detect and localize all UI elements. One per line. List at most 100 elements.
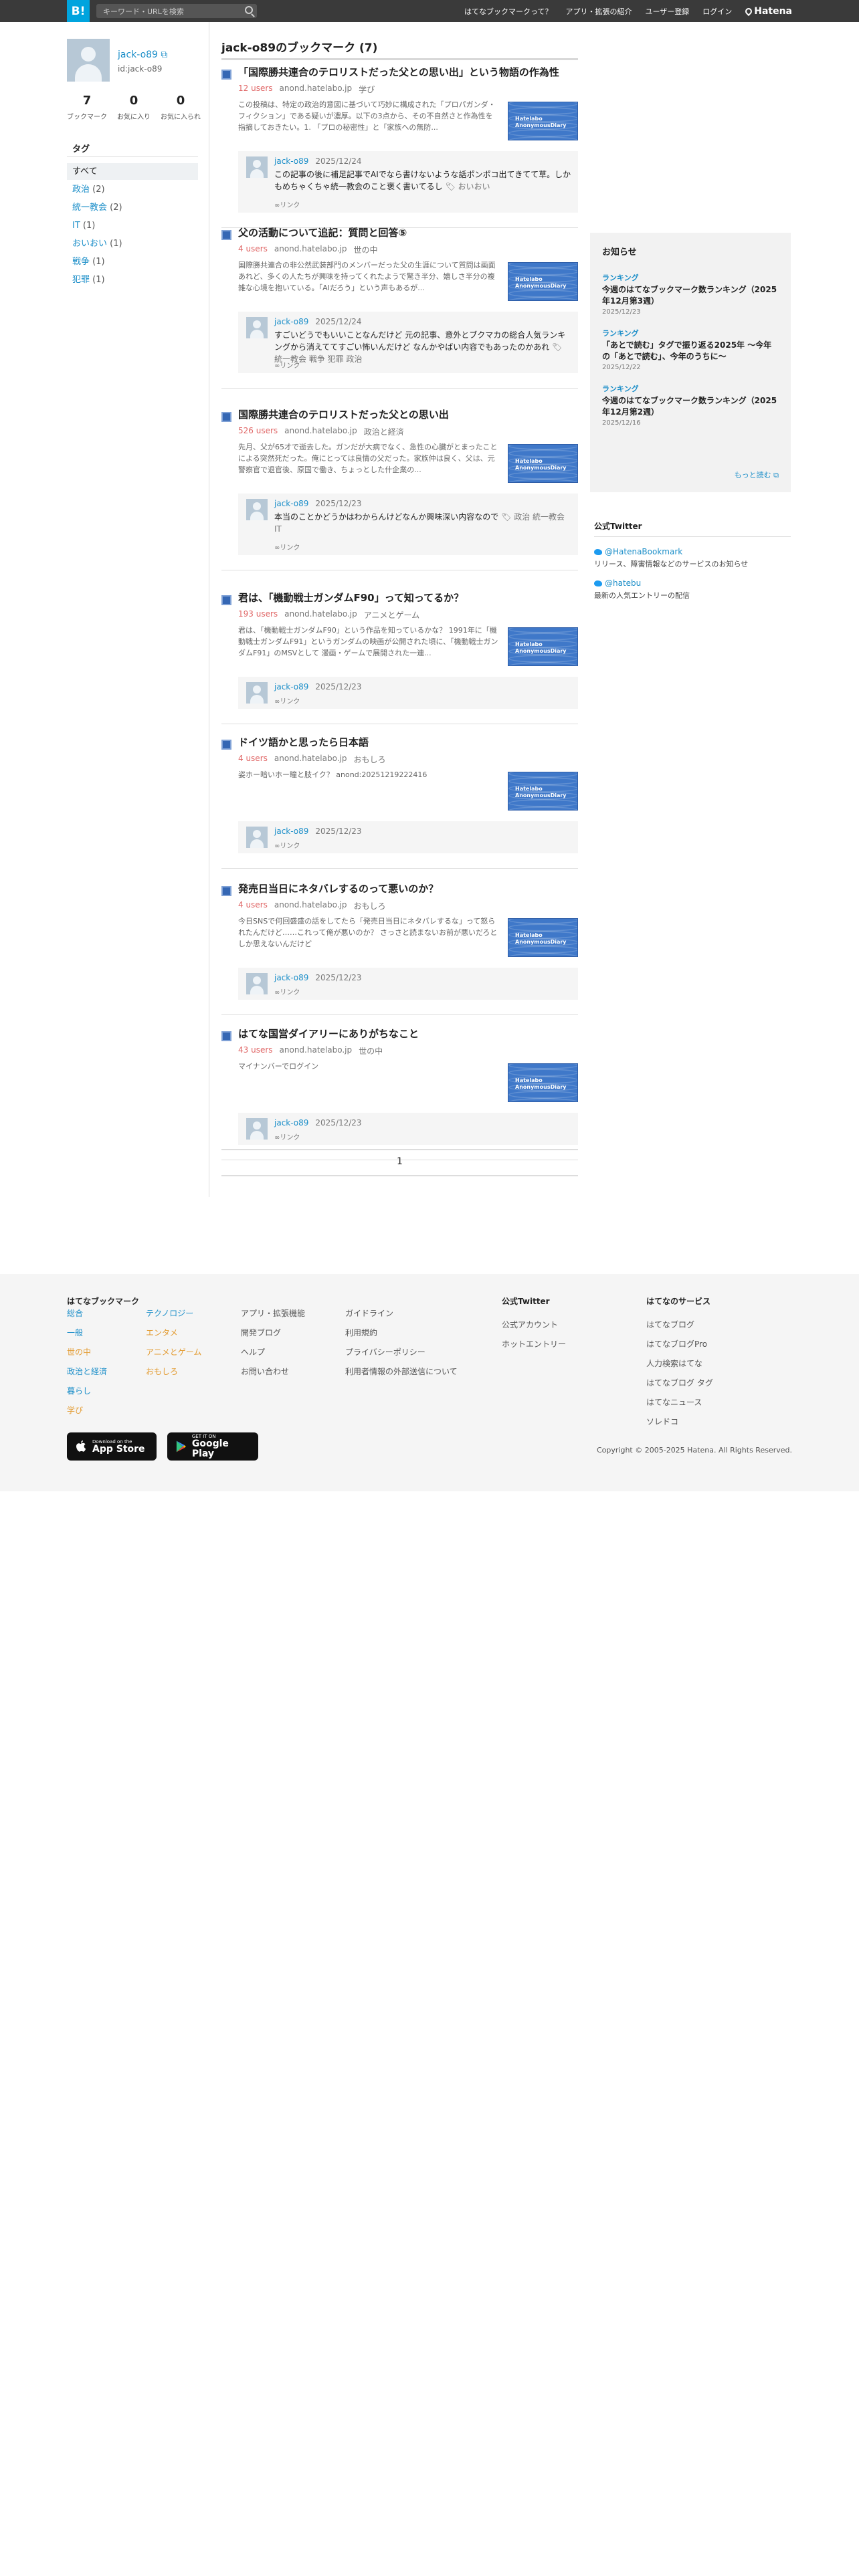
footer-link[interactable]: エンタメ (146, 1327, 201, 1338)
notice-item[interactable]: ランキング 今週のはてなブックマーク数ランキング（2025年12月第3週） 2025… (602, 272, 779, 316)
entry-category[interactable]: おもしろ (353, 900, 385, 911)
footer-link[interactable]: 暮らし (67, 1385, 107, 1396)
avatar[interactable] (246, 499, 268, 520)
footer-link[interactable]: 公式アカウント (502, 1319, 566, 1330)
nav-apps[interactable]: アプリ・拡張の紹介 (565, 6, 632, 17)
entry-title-link[interactable]: はてな国営ダイアリーにありがちなこと (238, 1027, 573, 1041)
entry-category[interactable]: 世の中 (353, 244, 377, 255)
tag-item-all[interactable]: すべて (67, 163, 198, 180)
entry-title-link[interactable]: 父の活動について追記：質問と回答⑤ (238, 226, 573, 239)
entry-users-count[interactable]: 4 users (238, 900, 268, 911)
footer-link[interactable]: アニメとゲーム (146, 1346, 201, 1358)
comment-link[interactable]: ∞リンク (274, 840, 300, 850)
comment-link[interactable]: ∞リンク (274, 695, 300, 706)
comment-user-link[interactable]: jack-o89 (274, 317, 308, 326)
avatar[interactable] (246, 1118, 268, 1140)
footer-link[interactable]: 利用規約 (345, 1327, 458, 1338)
entry-thumbnail[interactable]: Hatelabo AnonymousDiary (508, 627, 578, 666)
footer-link[interactable]: はてなブログPro (646, 1338, 713, 1350)
app-store-badge[interactable]: Download on the App Store (67, 1432, 157, 1461)
entry-thumbnail[interactable]: Hatelabo AnonymousDiary (508, 102, 578, 140)
footer-link[interactable]: 開発ブログ (241, 1327, 305, 1338)
stat-favorited[interactable]: 0 お気に入られ (161, 94, 201, 121)
notice-item[interactable]: ランキング 今週のはてなブックマーク数ランキング（2025年12月第2週） 2025… (602, 383, 779, 427)
pagination-current[interactable]: 1 (221, 1156, 578, 1167)
avatar[interactable] (246, 827, 268, 848)
footer-link[interactable]: はてなブログ タグ (646, 1377, 713, 1388)
comment-tags[interactable]: 🏷 おいおい (445, 182, 490, 191)
entry-users-count[interactable]: 43 users (238, 1045, 273, 1057)
footer-link[interactable]: 一般 (67, 1327, 107, 1338)
avatar[interactable] (246, 973, 268, 994)
footer-link[interactable]: ガイドライン (345, 1307, 458, 1319)
entry-domain[interactable]: anond.hatelabo.jp (284, 426, 357, 437)
footer-link[interactable]: 世の中 (67, 1346, 107, 1358)
footer-link[interactable]: 総合 (67, 1307, 107, 1319)
avatar[interactable] (246, 682, 268, 704)
tag-item-it[interactable]: IT (1) (67, 217, 198, 234)
entry-title-link[interactable]: 「国際勝共連合のテロリストだった父との思い出」という物語の作為性 (238, 66, 573, 79)
footer-link[interactable]: テクノロジー (146, 1307, 201, 1319)
google-play-badge[interactable]: GET IT ON Google Play (167, 1432, 258, 1461)
comment-link[interactable]: ∞リンク (274, 360, 300, 370)
comment-user-link[interactable]: jack-o89 (274, 682, 308, 691)
comment-link[interactable]: ∞リンク (274, 199, 300, 209)
notice-item[interactable]: ランキング 「あとで読む」タグで振り返る2025年 〜今年の「あとで読む」、今年の… (602, 328, 779, 371)
nav-login[interactable]: ログイン (702, 6, 732, 17)
entry-thumbnail[interactable]: Hatelabo AnonymousDiary (508, 772, 578, 811)
entry-title-link[interactable]: 発売日当日にネタバレするのって悪いのか？ (238, 882, 573, 895)
footer-link[interactable]: アプリ・拡張機能 (241, 1307, 305, 1319)
nav-register[interactable]: ユーザー登録 (645, 6, 689, 17)
entry-title-link[interactable]: 国際勝共連合のテロリストだった父との思い出 (238, 408, 573, 421)
footer-link[interactable]: お問い合わせ (241, 1366, 305, 1377)
footer-link[interactable]: 学び (67, 1404, 107, 1416)
tag-item-war[interactable]: 戦争 (1) (67, 253, 198, 270)
entry-domain[interactable]: anond.hatelabo.jp (274, 244, 347, 255)
tag-item-crime[interactable]: 犯罪 (1) (67, 272, 198, 288)
tag-item-politics[interactable]: 政治 (2) (67, 181, 198, 198)
entry-category[interactable]: おもしろ (353, 754, 385, 765)
nav-about[interactable]: はてなブックマークって？ (464, 6, 552, 17)
comment-link[interactable]: ∞リンク (274, 1132, 300, 1142)
footer-link[interactable]: ヘルプ (241, 1346, 305, 1358)
entry-users-count[interactable]: 4 users (238, 754, 268, 765)
profile-name-link[interactable]: jack-o89 ⧉ (118, 49, 167, 60)
entry-category[interactable]: 学び (359, 84, 375, 95)
comment-link[interactable]: ∞リンク (274, 986, 300, 996)
comment-user-link[interactable]: jack-o89 (274, 827, 308, 836)
comment-user-link[interactable]: jack-o89 (274, 973, 308, 982)
entry-domain[interactable]: anond.hatelabo.jp (274, 754, 347, 765)
entry-thumbnail[interactable]: Hatelabo AnonymousDiary (508, 1063, 578, 1102)
search-icon[interactable] (245, 6, 253, 14)
twitter-handle-link[interactable]: @hatebu (594, 578, 791, 588)
footer-link[interactable]: ホットエントリー (502, 1338, 566, 1350)
entry-thumbnail[interactable]: Hatelabo AnonymousDiary (508, 918, 578, 957)
stat-favorites[interactable]: 0 お気に入り (114, 94, 154, 121)
comment-user-link[interactable]: jack-o89 (274, 1118, 308, 1128)
tag-item-unification-church[interactable]: 統一教会 (2) (67, 199, 198, 216)
footer-link[interactable]: プライバシーポリシー (345, 1346, 458, 1358)
entry-category[interactable]: アニメとゲーム (364, 609, 419, 621)
entry-category[interactable]: 政治と経済 (364, 426, 404, 437)
footer-link[interactable]: 政治と経済 (67, 1366, 107, 1377)
avatar[interactable] (246, 156, 268, 178)
entry-users-count[interactable]: 4 users (238, 244, 268, 255)
twitter-handle-link[interactable]: @HatenaBookmark (594, 547, 791, 556)
footer-link[interactable]: 人力検索はてな (646, 1358, 713, 1369)
stat-bookmarks[interactable]: 7 ブックマーク (67, 94, 107, 121)
avatar[interactable] (246, 317, 268, 338)
comment-user-link[interactable]: jack-o89 (274, 156, 308, 166)
entry-domain[interactable]: anond.hatelabo.jp (274, 900, 347, 911)
entry-thumbnail[interactable]: Hatelabo AnonymousDiary (508, 262, 578, 301)
footer-link[interactable]: はてなブログ (646, 1319, 713, 1330)
footer-link[interactable]: 利用者情報の外部送信について (345, 1366, 458, 1377)
footer-link[interactable]: ソレドコ (646, 1416, 713, 1427)
entry-thumbnail[interactable]: Hatelabo AnonymousDiary (508, 444, 578, 483)
entry-title-link[interactable]: 君は、「機動戦士ガンダムF90」って知ってるか？ (238, 591, 573, 605)
footer-link[interactable]: おもしろ (146, 1366, 201, 1377)
entry-users-count[interactable]: 12 users (238, 84, 273, 95)
hatena-logo[interactable]: Hatena (744, 6, 792, 17)
hatena-bookmark-logo[interactable]: B! (67, 0, 90, 22)
comment-link[interactable]: ∞リンク (274, 542, 300, 552)
entry-users-count[interactable]: 193 users (238, 609, 278, 621)
